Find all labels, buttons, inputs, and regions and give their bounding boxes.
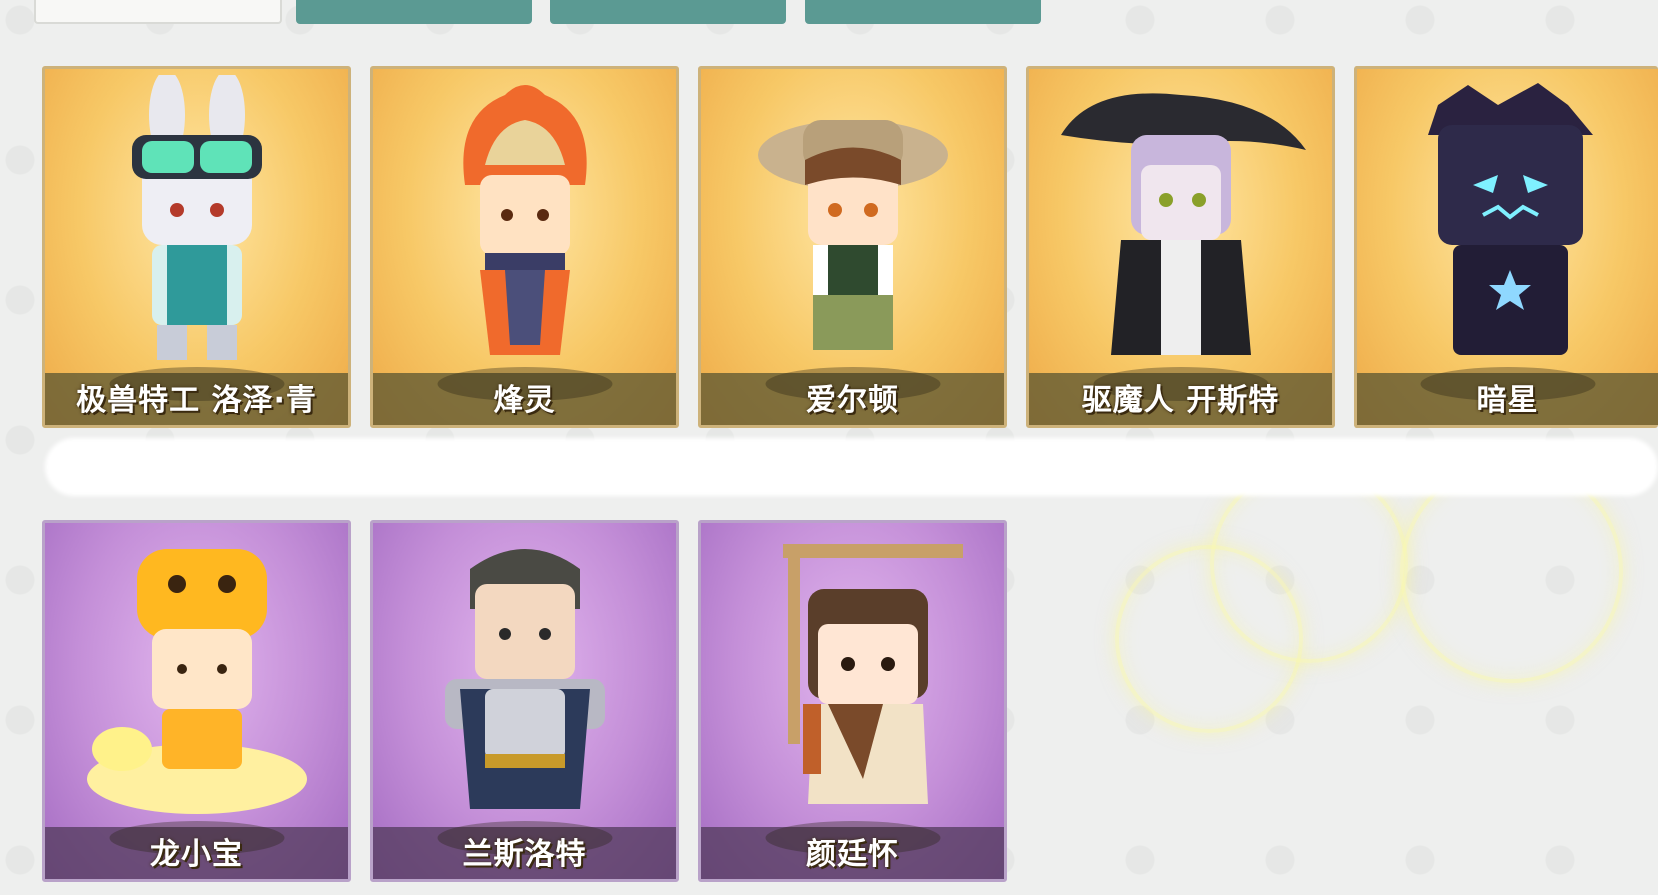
tab-2[interactable] <box>296 0 532 24</box>
skin-name: 颜廷怀 <box>806 837 899 872</box>
dragon-baby-icon <box>86 549 307 814</box>
skin-card[interactable]: 爱尔顿 <box>698 66 1007 428</box>
explorer-hat-icon <box>757 120 948 350</box>
tab-active[interactable] <box>34 0 282 24</box>
skin-name: 驱魔人 开斯特 <box>1081 383 1280 418</box>
tab-4[interactable] <box>805 0 1041 24</box>
skin-card[interactable]: 烽灵 <box>370 66 679 428</box>
scribble-overlay <box>45 438 1658 496</box>
category-tab-bar <box>0 0 1658 28</box>
skin-name: 兰斯洛特 <box>462 837 587 872</box>
skin-card[interactable]: 龙小宝 <box>42 520 351 882</box>
skin-name: 爱尔顿 <box>806 383 899 418</box>
skin-card[interactable]: 颜廷怀 <box>698 520 1007 882</box>
skin-card[interactable]: 极兽特工 洛泽·青 <box>42 66 351 428</box>
armored-knight-icon <box>444 549 605 809</box>
skin-card[interactable]: 驱魔人 开斯特 <box>1026 66 1335 428</box>
tab-3[interactable] <box>550 0 786 24</box>
dark-cube-icon <box>1427 83 1593 355</box>
glow-circle <box>1115 545 1303 733</box>
witch-hat-icon <box>1060 93 1306 355</box>
rabbit-goggles-icon <box>131 75 262 360</box>
skin-name: 烽灵 <box>493 383 556 418</box>
scroll-backpack-icon <box>782 544 963 804</box>
skin-name: 暗星 <box>1476 383 1539 418</box>
skin-card[interactable]: 兰斯洛特 <box>370 520 679 882</box>
skin-name: 龙小宝 <box>150 837 243 872</box>
skin-card[interactable]: 暗星 <box>1354 66 1658 428</box>
skin-name: 极兽特工 洛泽·青 <box>76 383 317 418</box>
flame-hair-icon <box>462 85 587 355</box>
